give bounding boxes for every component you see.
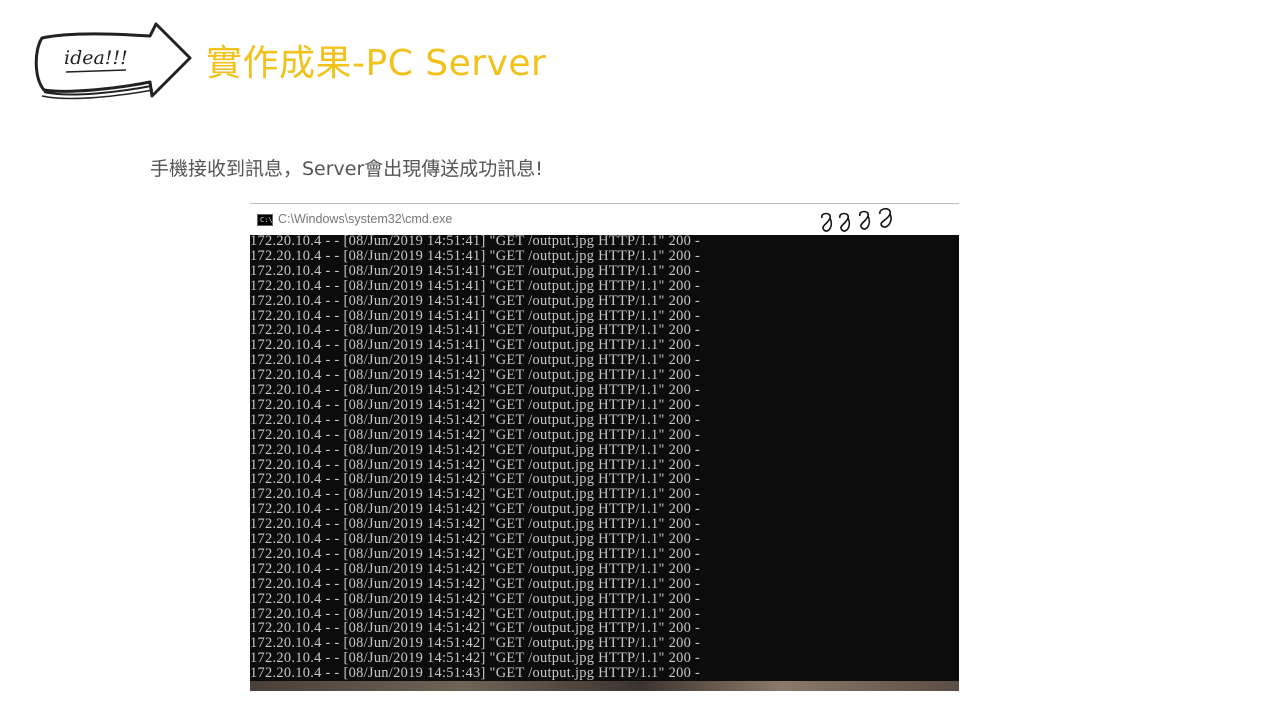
console-line: 172.20.10.4 - - [08/Jun/2019 14:51:42] "… <box>250 486 701 503</box>
console-line: 172.20.10.4 - - [08/Jun/2019 14:51:42] "… <box>250 620 701 637</box>
console-line: 172.20.10.4 - - [08/Jun/2019 14:51:42] "… <box>250 396 701 413</box>
console-line: 172.20.10.4 - - [08/Jun/2019 14:51:41] "… <box>250 277 701 294</box>
window-titlebar[interactable]: C:\ C:\Windows\system32\cmd.exe 8888 <box>250 203 959 235</box>
console-line: 172.20.10.4 - - [08/Jun/2019 14:51:42] "… <box>250 501 701 518</box>
console-line: 172.20.10.4 - - [08/Jun/2019 14:51:42] "… <box>250 545 701 562</box>
console-line: 172.20.10.4 - - [08/Jun/2019 14:51:41] "… <box>250 292 701 309</box>
console-line: 172.20.10.4 - - [08/Jun/2019 14:51:41] "… <box>250 247 701 264</box>
console-line: 172.20.10.4 - - [08/Jun/2019 14:51:42] "… <box>250 382 701 398</box>
console-line: 172.20.10.4 - - [08/Jun/2019 14:51:42] "… <box>250 441 701 458</box>
background-strip <box>250 681 959 691</box>
window-title: C:\Windows\system32\cmd.exe <box>278 212 453 226</box>
console-line: 172.20.10.4 - - [08/Jun/2019 14:51:42] "… <box>250 531 701 547</box>
console-line: 172.20.10.4 - - [08/Jun/2019 14:51:41] "… <box>250 233 701 249</box>
console-line: 172.20.10.4 - - [08/Jun/2019 14:51:41] "… <box>250 262 701 279</box>
console-line: 172.20.10.4 - - [08/Jun/2019 14:51:42] "… <box>250 635 701 652</box>
badge-text: idea!!! <box>64 47 128 69</box>
console-line: 172.20.10.4 - - [08/Jun/2019 14:51:41] "… <box>250 337 701 354</box>
console-line: 172.20.10.4 - - [08/Jun/2019 14:51:42] "… <box>250 426 701 443</box>
console-line: 172.20.10.4 - - [08/Jun/2019 14:51:42] "… <box>250 516 701 533</box>
console-line: 172.20.10.4 - - [08/Jun/2019 14:51:42] "… <box>250 590 701 607</box>
console-line: 172.20.10.4 - - [08/Jun/2019 14:51:42] "… <box>250 560 701 577</box>
console-line: 172.20.10.4 - - [08/Jun/2019 14:51:42] "… <box>250 605 701 622</box>
console-line: 172.20.10.4 - - [08/Jun/2019 14:51:42] "… <box>250 411 701 428</box>
console-line: 172.20.10.4 - - [08/Jun/2019 14:51:42] "… <box>250 575 701 592</box>
console-line: 172.20.10.4 - - [08/Jun/2019 14:51:42] "… <box>250 367 701 384</box>
console-line: 172.20.10.4 - - [08/Jun/2019 14:51:41] "… <box>250 322 701 339</box>
idea-badge: idea!!! <box>34 22 192 100</box>
console-line: 172.20.10.4 - - [08/Jun/2019 14:51:41] "… <box>250 352 701 369</box>
console-line: 172.20.10.4 - - [08/Jun/2019 14:51:42] "… <box>250 456 701 473</box>
cmd-icon: C:\ <box>257 214 273 226</box>
page-title: 實作成果-PC Server <box>206 43 547 84</box>
page-subtitle: 手機接收到訊息，Server會出現傳送成功訊息! <box>150 158 543 180</box>
cmd-window: C:\ C:\Windows\system32\cmd.exe 8888 172… <box>250 203 959 691</box>
console-line: 172.20.10.4 - - [08/Jun/2019 14:51:42] "… <box>250 471 701 488</box>
console-line: 172.20.10.4 - - [08/Jun/2019 14:51:42] "… <box>250 650 701 667</box>
handwritten-annotation: 8888 <box>821 207 892 232</box>
console-output[interactable]: 172.20.10.4 - - [08/Jun/2019 14:51:41] "… <box>250 234 959 682</box>
console-line: 172.20.10.4 - - [08/Jun/2019 14:51:43] "… <box>250 665 701 682</box>
console-line: 172.20.10.4 - - [08/Jun/2019 14:51:41] "… <box>250 307 701 324</box>
